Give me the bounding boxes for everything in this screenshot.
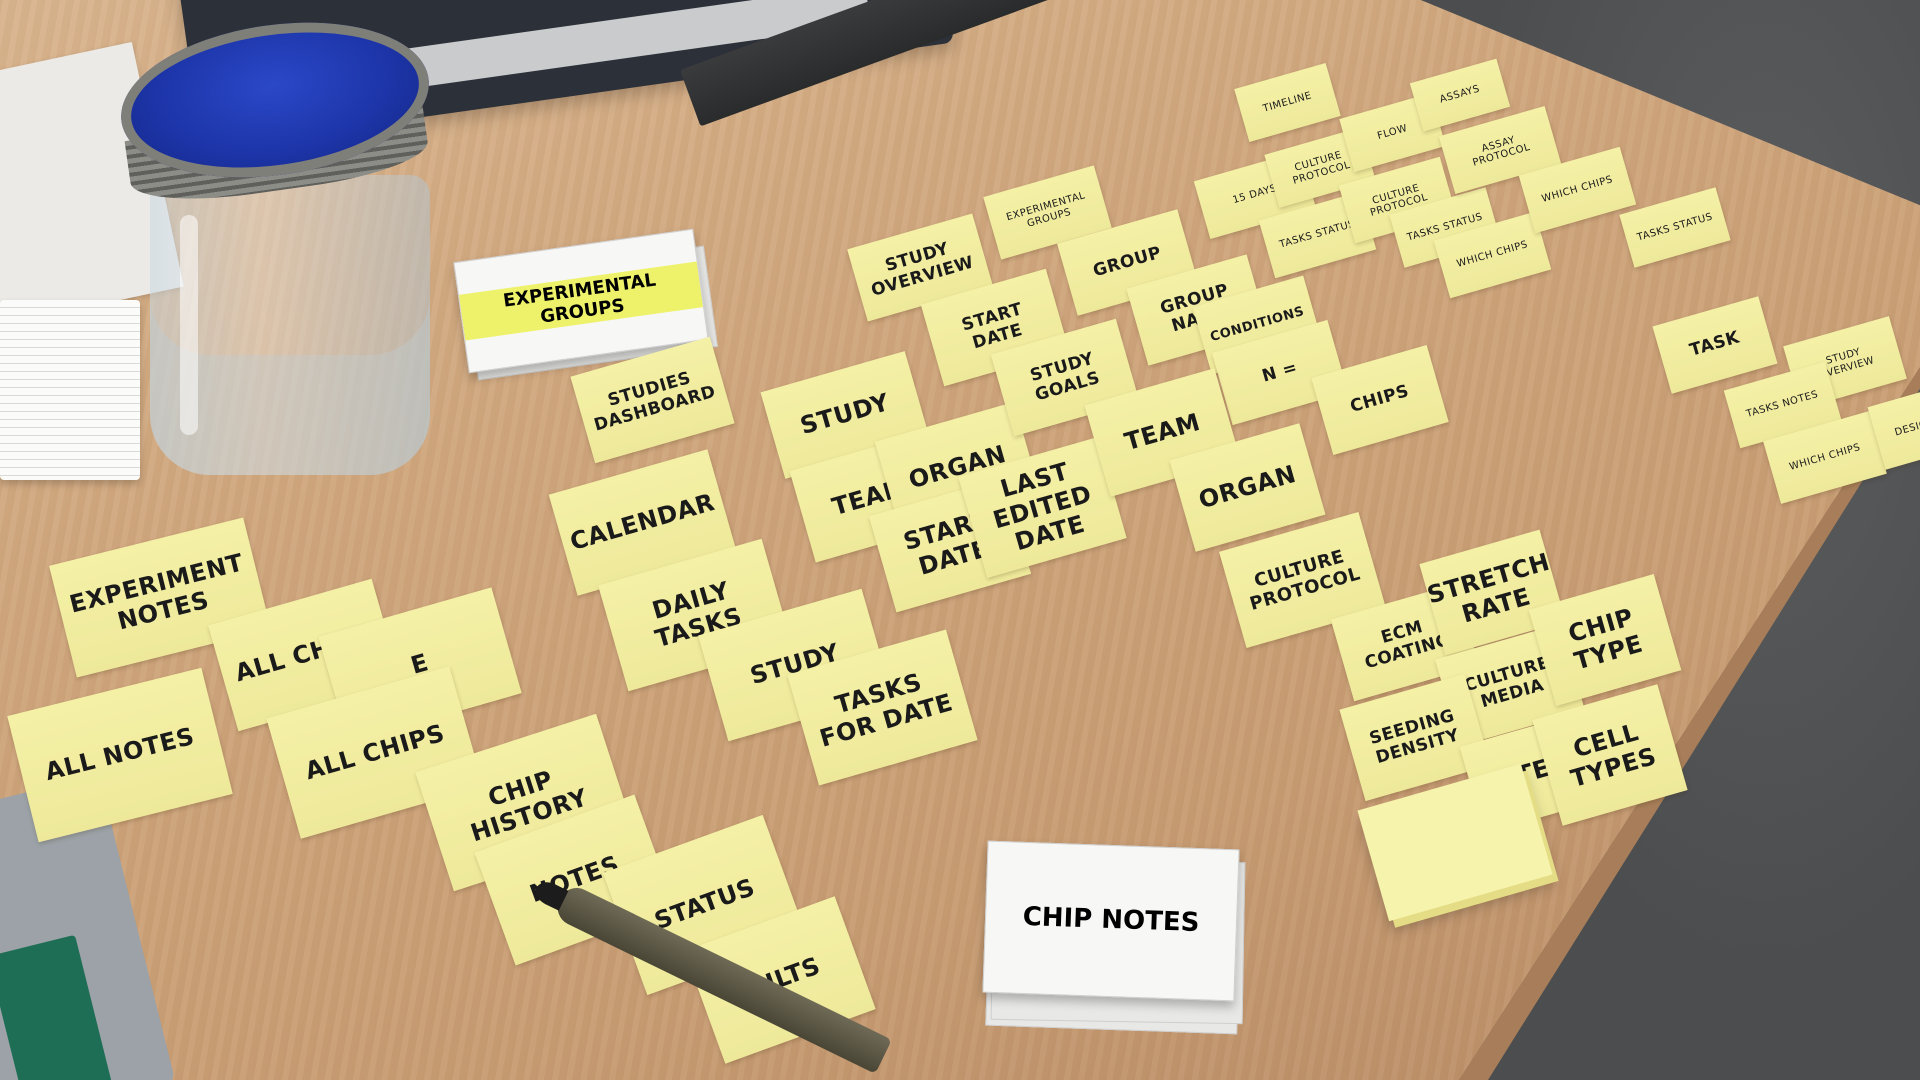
- card-label: Experimental Groups: [458, 261, 704, 341]
- index-card-stack: [0, 300, 140, 480]
- photo-scene: Experimental Groups Experiment Notes All…: [0, 0, 1920, 1080]
- card-chip-notes: Chip Notes: [982, 840, 1240, 1002]
- mason-jar: [111, 4, 460, 475]
- card-label: Chip Notes: [1022, 902, 1200, 939]
- jar-glass: [150, 175, 430, 475]
